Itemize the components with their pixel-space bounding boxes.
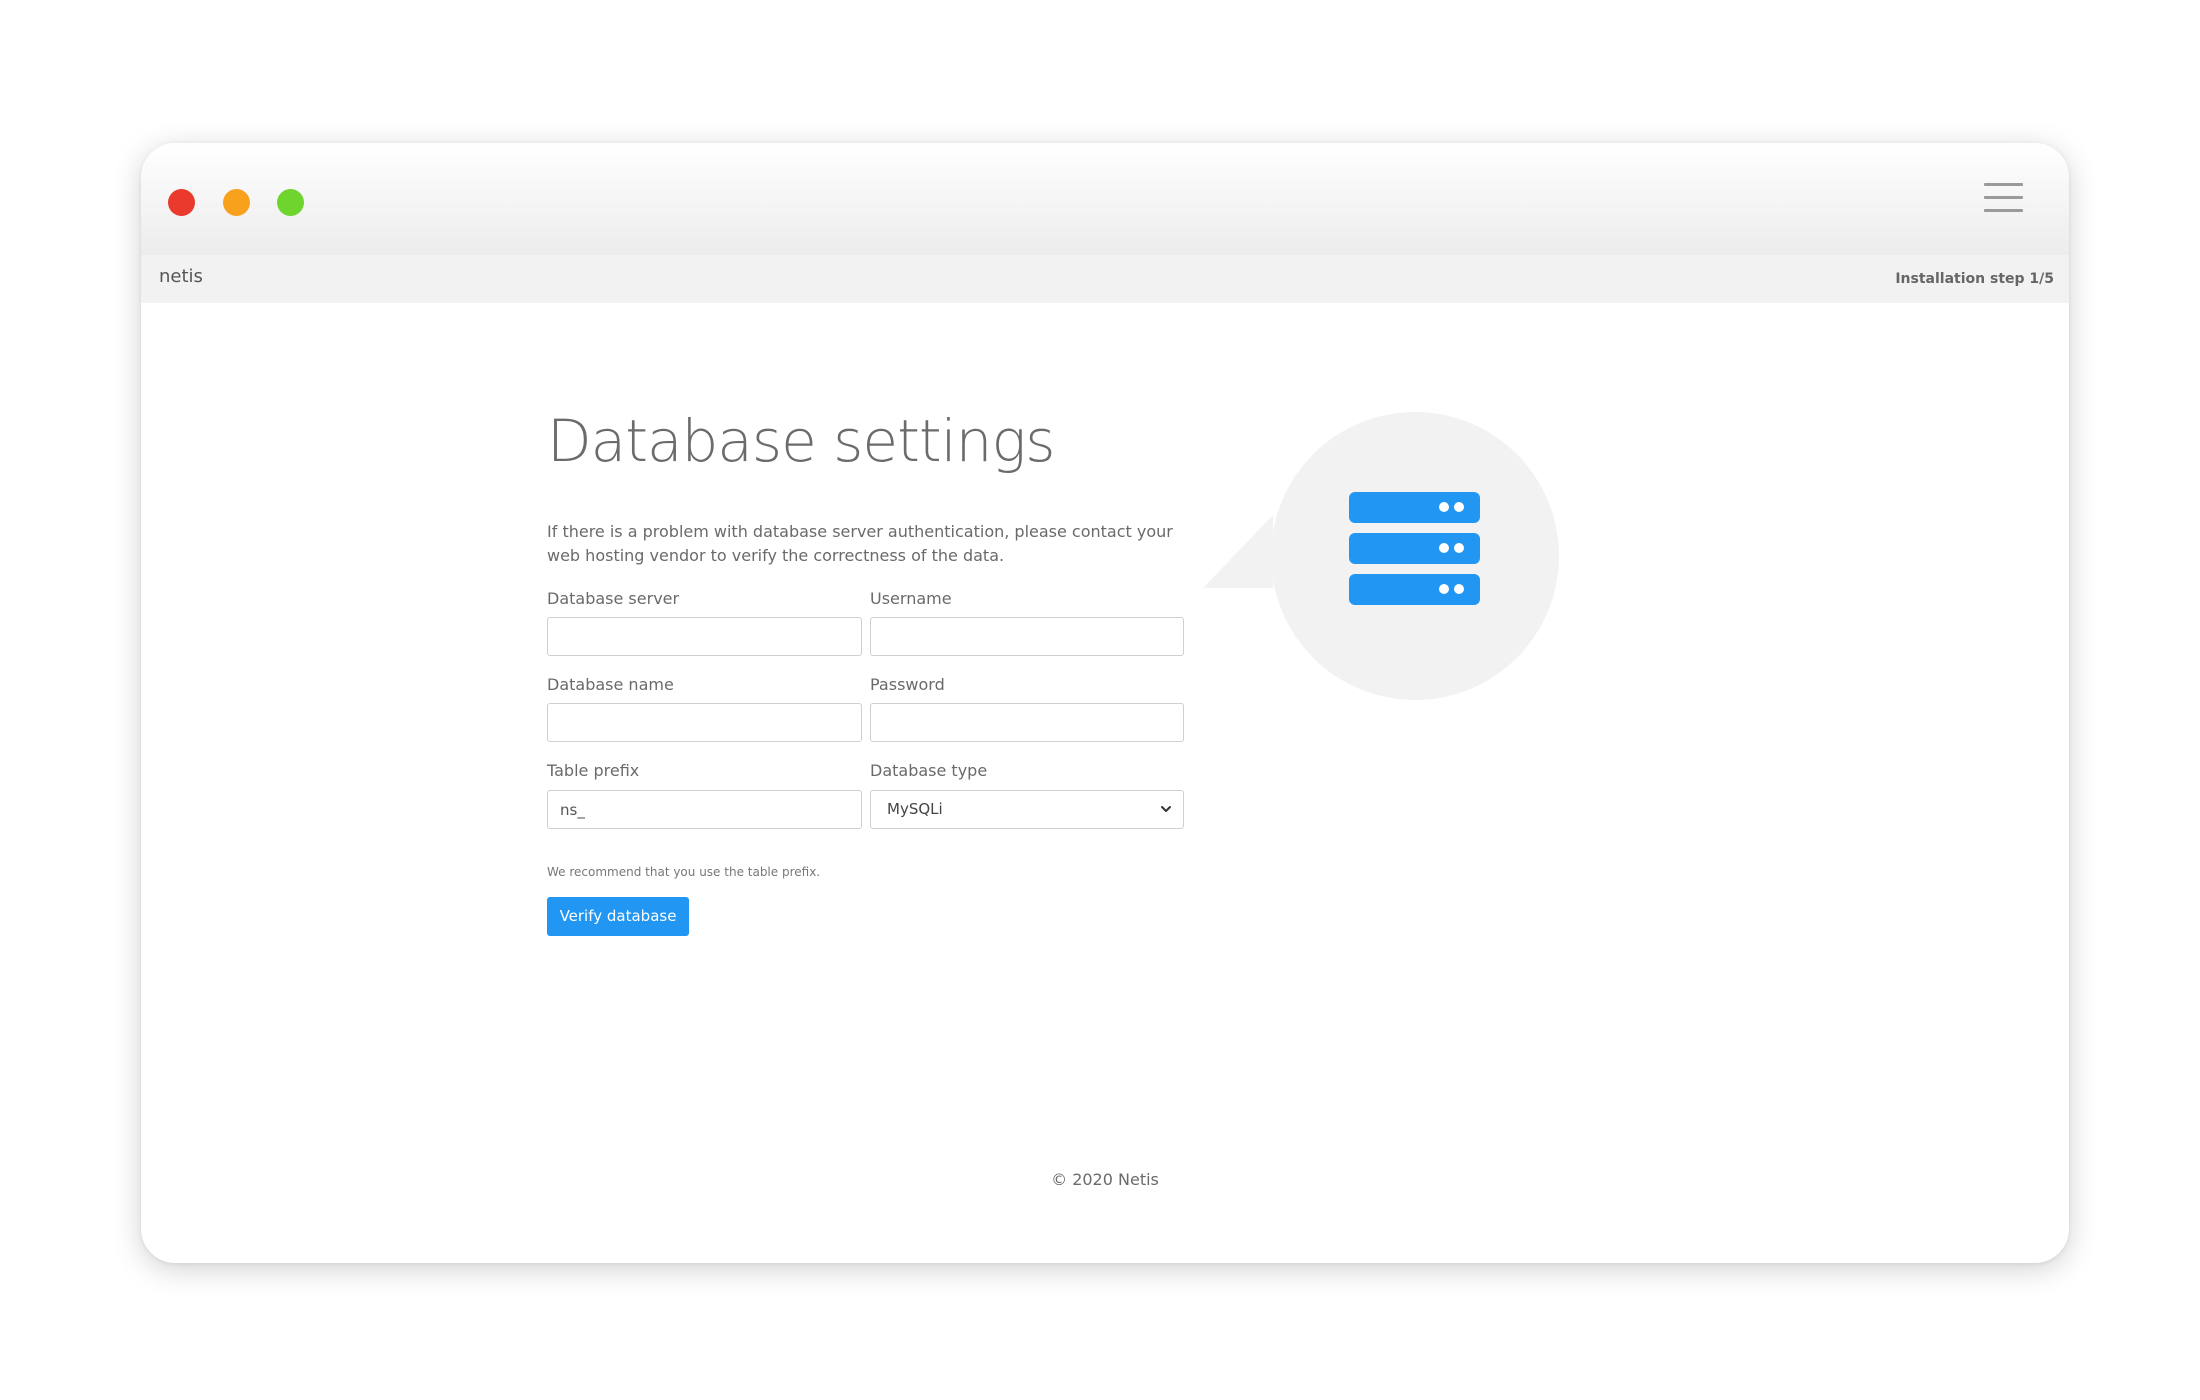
db-type-selected-value: MySQLi (887, 800, 943, 818)
database-server-icon (1349, 492, 1480, 605)
database-server-illustration (1203, 412, 1559, 700)
table-prefix-input[interactable] (547, 790, 862, 829)
password-label: Password (870, 675, 945, 694)
brand-name: netis (159, 266, 203, 287)
maximize-window-button[interactable] (277, 189, 304, 216)
minimize-window-button[interactable] (223, 189, 250, 216)
verify-database-button[interactable]: Verify database (547, 897, 689, 936)
username-label: Username (870, 589, 952, 608)
db-server-input[interactable] (547, 617, 862, 656)
main-content: Database settings If there is a problem … (141, 303, 2069, 1263)
table-prefix-hint: We recommend that you use the table pref… (547, 865, 821, 879)
footer-copyright: © 2020 Netis (1051, 1170, 1159, 1189)
page-title: Database settings (547, 407, 1055, 475)
db-type-label: Database type (870, 761, 988, 780)
page-description: If there is a problem with database serv… (547, 522, 1173, 565)
db-server-label: Database server (547, 589, 680, 608)
chevron-down-icon (1161, 806, 1171, 812)
installation-step: Installation step 1/5 (1895, 271, 2054, 287)
app-header: netis Installation step 1/5 (141, 255, 2069, 303)
speech-bubble-tail (1203, 515, 1273, 588)
username-input[interactable] (870, 617, 1184, 656)
password-input[interactable] (870, 703, 1184, 742)
db-type-select[interactable]: MySQLi (870, 790, 1184, 829)
browser-window: netis Installation step 1/5 Database set… (141, 143, 2069, 1263)
close-window-button[interactable] (168, 189, 195, 216)
db-name-label: Database name (547, 675, 674, 694)
db-name-input[interactable] (547, 703, 862, 742)
hamburger-icon[interactable] (1984, 183, 2023, 215)
table-prefix-label: Table prefix (547, 761, 640, 780)
window-titlebar (141, 143, 2069, 255)
